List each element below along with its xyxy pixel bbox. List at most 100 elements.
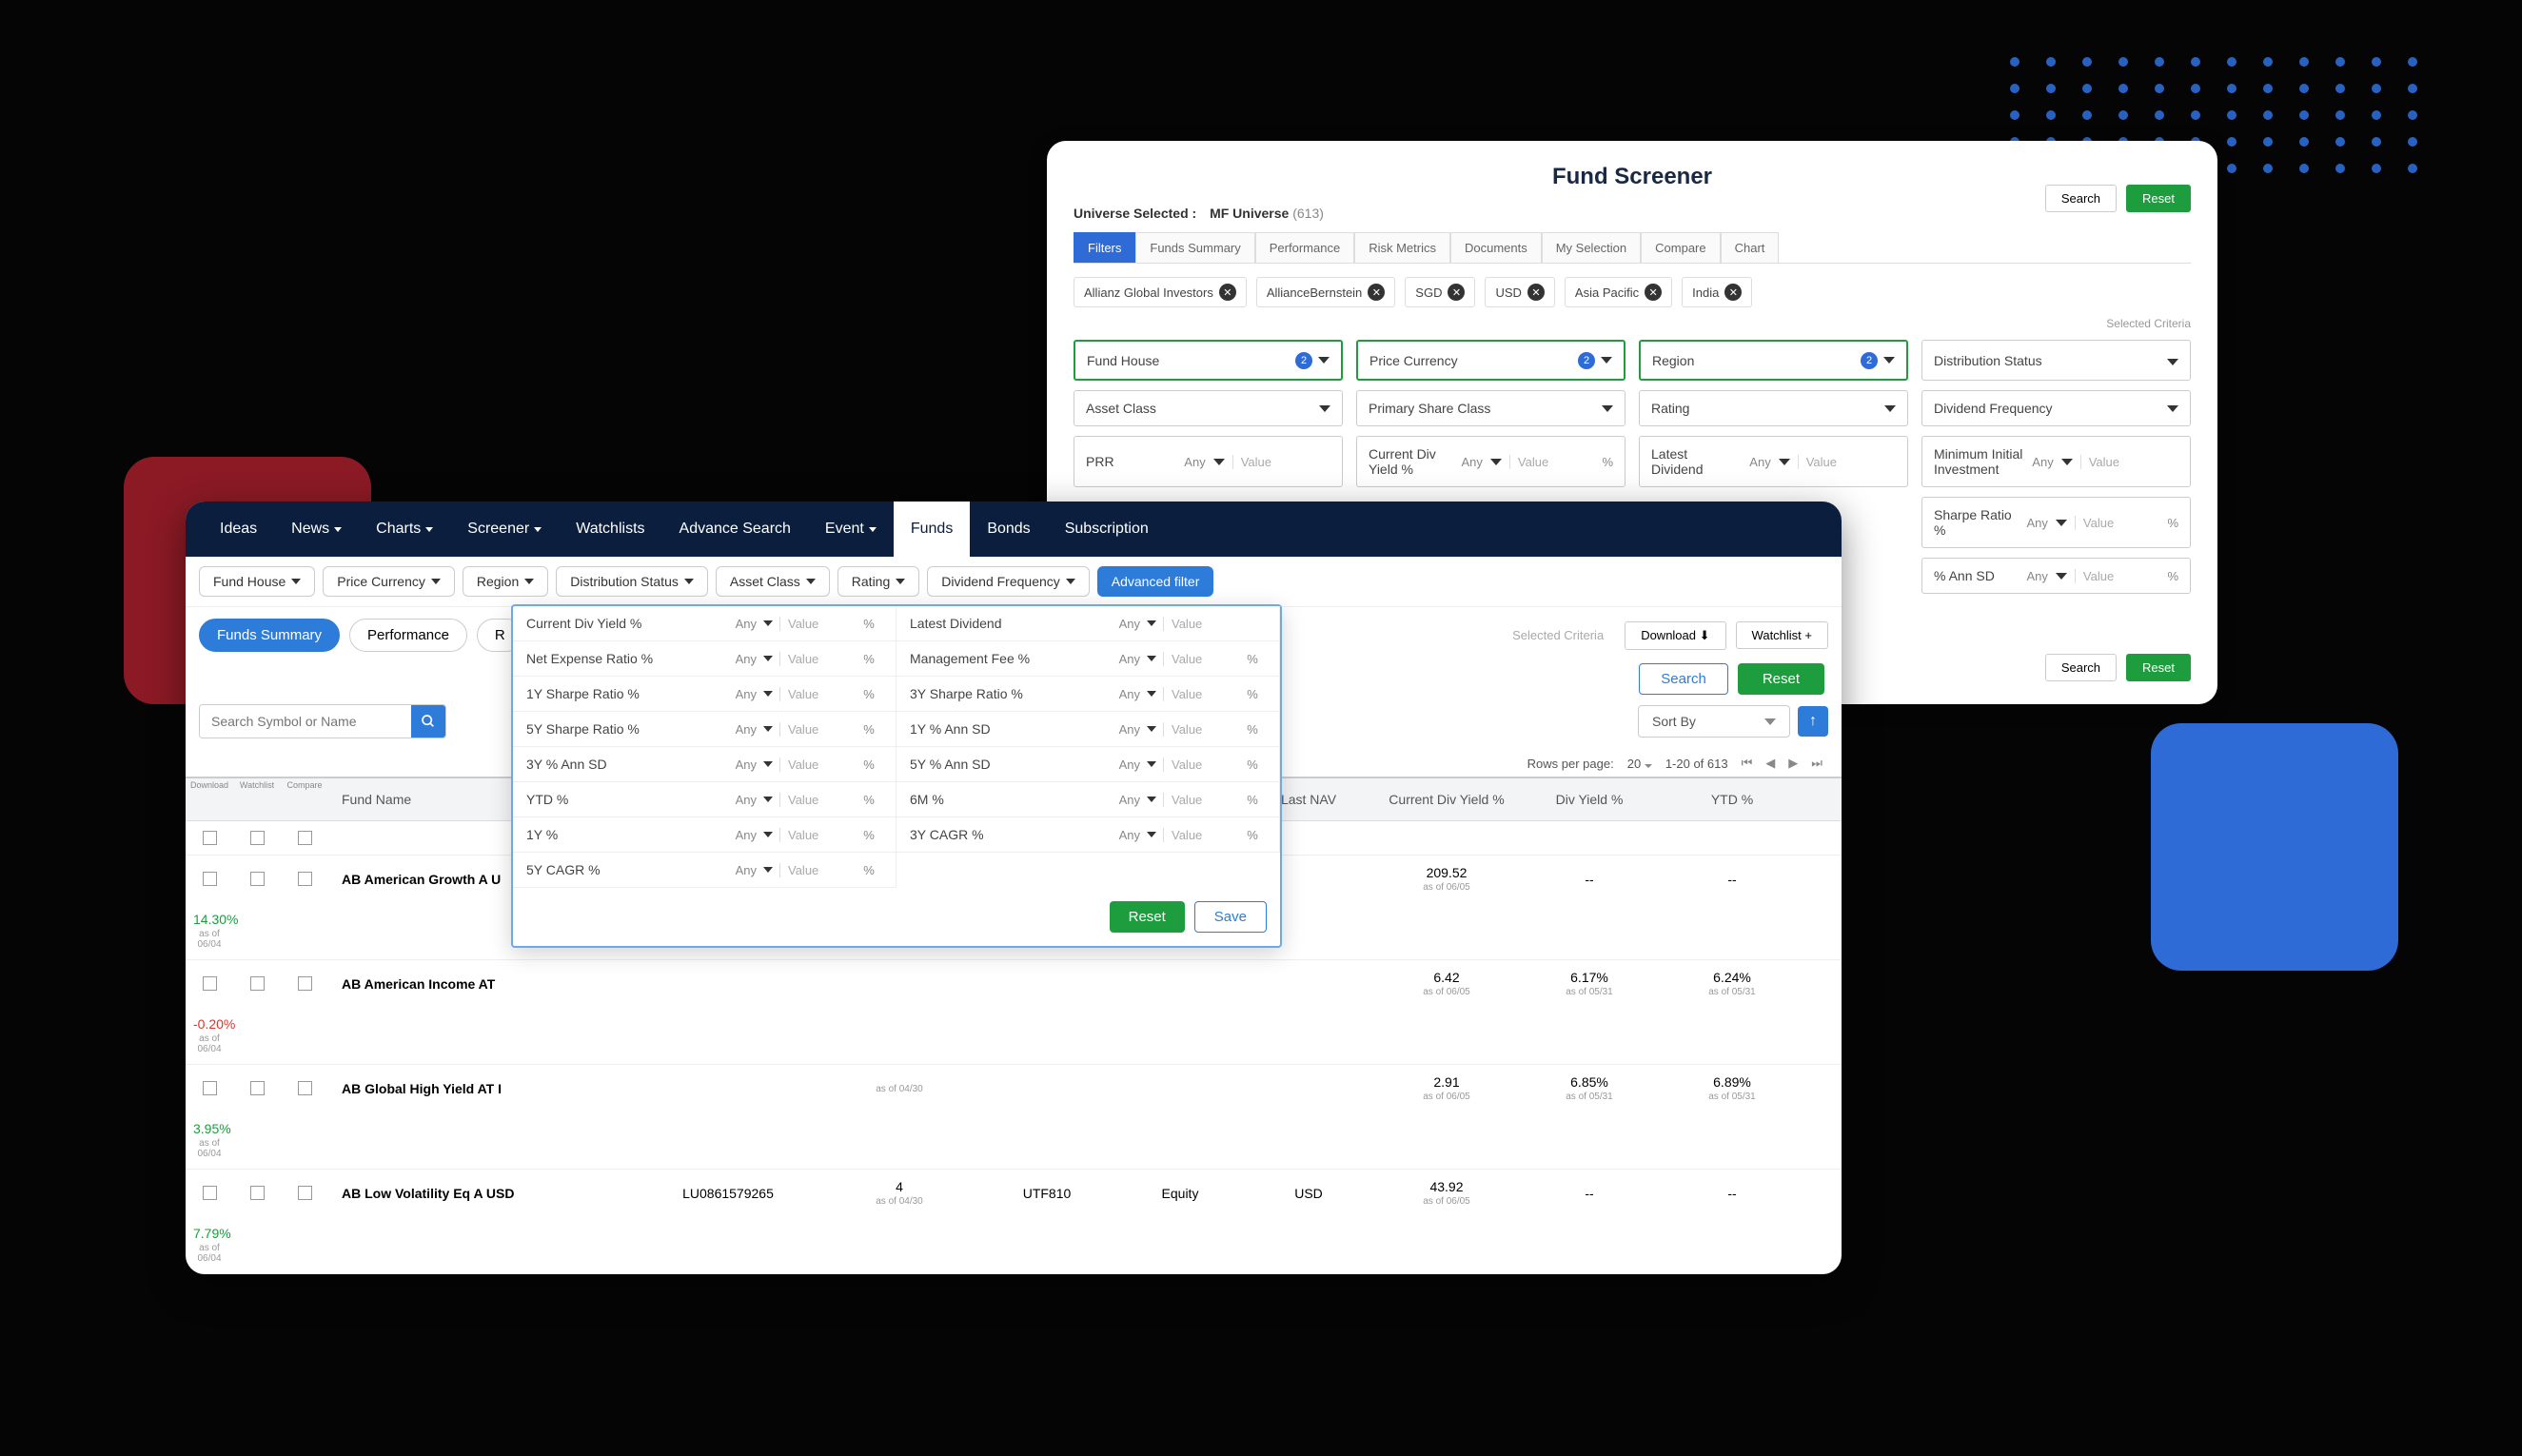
adv-ytd[interactable]: YTD %AnyValue% xyxy=(513,782,896,817)
bp-tab-my-selection[interactable]: My Selection xyxy=(1542,232,1641,263)
nav-charts[interactable]: Charts xyxy=(359,502,450,557)
adv-management-fee[interactable]: Management Fee %AnyValue% xyxy=(896,641,1280,677)
last-page-icon[interactable]: ⏭ xyxy=(1811,756,1823,771)
reset-button[interactable]: Reset xyxy=(1738,663,1824,695)
content-tab-funds-summary[interactable]: Funds Summary xyxy=(199,619,340,652)
row-download-checkbox[interactable] xyxy=(203,1081,217,1095)
filter-pill-price-currency[interactable]: Price Currency xyxy=(323,566,455,597)
rows-per-page-value[interactable]: 20 xyxy=(1627,757,1652,771)
metric-filter[interactable]: Current Div Yield %AnyValue% xyxy=(1356,436,1626,487)
filter-pill-region[interactable]: Region xyxy=(463,566,548,597)
metric-filter[interactable]: % Ann SDAnyValue% xyxy=(1921,558,2191,594)
metric-filter[interactable]: Sharpe Ratio %AnyValue% xyxy=(1921,497,2191,548)
search-button[interactable]: Search xyxy=(1639,663,1728,695)
adv-3y-cagr[interactable]: 3Y CAGR %AnyValue% xyxy=(896,817,1280,853)
bp-reset-button[interactable]: Reset xyxy=(2126,185,2191,212)
nav-screener[interactable]: Screener xyxy=(450,502,559,557)
search-icon-button[interactable] xyxy=(411,705,445,738)
next-page-icon[interactable]: ▶ xyxy=(1788,756,1798,771)
row-watchlist-checkbox[interactable] xyxy=(250,1081,265,1095)
adv-5y-ann-sd[interactable]: 5Y % Ann SDAnyValue% xyxy=(896,747,1280,782)
bp-tab-documents[interactable]: Documents xyxy=(1450,232,1542,263)
sort-direction-button[interactable]: ↑ xyxy=(1798,706,1828,737)
row-watchlist-checkbox[interactable] xyxy=(250,976,265,991)
remove-chip-icon[interactable]: ✕ xyxy=(1645,284,1662,301)
remove-chip-icon[interactable]: ✕ xyxy=(1448,284,1465,301)
filter-primary-share-class[interactable]: Primary Share Class xyxy=(1356,390,1626,426)
adv-5y-cagr[interactable]: 5Y CAGR %AnyValue% xyxy=(513,853,896,888)
remove-chip-icon[interactable]: ✕ xyxy=(1724,284,1742,301)
adv-1y-sharpe-ratio[interactable]: 1Y Sharpe Ratio %AnyValue% xyxy=(513,677,896,712)
select-all-compare[interactable] xyxy=(298,831,312,845)
row-watchlist-checkbox[interactable] xyxy=(250,1186,265,1200)
adv-3y-sharpe-ratio[interactable]: 3Y Sharpe Ratio %AnyValue% xyxy=(896,677,1280,712)
bp-tab-performance[interactable]: Performance xyxy=(1255,232,1354,263)
row-download-checkbox[interactable] xyxy=(203,1186,217,1200)
remove-chip-icon[interactable]: ✕ xyxy=(1527,284,1545,301)
nav-bonds[interactable]: Bonds xyxy=(970,502,1047,557)
bp-tab-risk-metrics[interactable]: Risk Metrics xyxy=(1354,232,1450,263)
metric-filter[interactable]: Minimum Initial InvestmentAnyValue xyxy=(1921,436,2191,487)
row-compare-checkbox[interactable] xyxy=(298,872,312,886)
filter-fund-house[interactable]: Fund House2 xyxy=(1074,340,1343,381)
adv-save-button[interactable]: Save xyxy=(1194,901,1267,933)
bp-tab-chart[interactable]: Chart xyxy=(1721,232,1780,263)
bp-tab-filters[interactable]: Filters xyxy=(1074,232,1135,263)
filter-dividend-frequency[interactable]: Dividend Frequency xyxy=(1921,390,2191,426)
metric-filter[interactable]: PRRAnyValue xyxy=(1074,436,1343,487)
nav-ideas[interactable]: Ideas xyxy=(203,502,274,557)
row-download-checkbox[interactable] xyxy=(203,976,217,991)
adv-latest-dividend[interactable]: Latest DividendAnyValue xyxy=(896,606,1280,641)
filter-distribution-status[interactable]: Distribution Status xyxy=(1921,340,2191,381)
bp-search-button[interactable]: Search xyxy=(2045,185,2117,212)
adv-1y[interactable]: 1Y %AnyValue% xyxy=(513,817,896,853)
adv-6m[interactable]: 6M %AnyValue% xyxy=(896,782,1280,817)
download-button[interactable]: Download ⬇ xyxy=(1625,621,1725,650)
bp-tab-funds-summary[interactable]: Funds Summary xyxy=(1135,232,1254,263)
advanced-filter-button[interactable]: Advanced filter xyxy=(1097,566,1214,597)
row-download-checkbox[interactable] xyxy=(203,872,217,886)
fund-name[interactable]: AB American Income AT xyxy=(328,967,633,1001)
filter-asset-class[interactable]: Asset Class xyxy=(1074,390,1343,426)
nav-advance-search[interactable]: Advance Search xyxy=(662,502,808,557)
adv-5y-sharpe-ratio[interactable]: 5Y Sharpe Ratio %AnyValue% xyxy=(513,712,896,747)
adv-current-div-yield[interactable]: Current Div Yield %AnyValue% xyxy=(513,606,896,641)
remove-chip-icon[interactable]: ✕ xyxy=(1368,284,1385,301)
row-compare-checkbox[interactable] xyxy=(298,1186,312,1200)
nav-news[interactable]: News xyxy=(274,502,359,557)
row-compare-checkbox[interactable] xyxy=(298,1081,312,1095)
adv-3y-ann-sd[interactable]: 3Y % Ann SDAnyValue% xyxy=(513,747,896,782)
nav-event[interactable]: Event xyxy=(808,502,894,557)
adv-1y-ann-sd[interactable]: 1Y % Ann SDAnyValue% xyxy=(896,712,1280,747)
select-all-watchlist[interactable] xyxy=(250,831,265,845)
search-input[interactable] xyxy=(200,705,411,738)
filter-pill-distribution-status[interactable]: Distribution Status xyxy=(556,566,708,597)
filter-price-currency[interactable]: Price Currency2 xyxy=(1356,340,1626,381)
nav-funds[interactable]: Funds xyxy=(894,502,970,557)
bp-tab-compare[interactable]: Compare xyxy=(1641,232,1720,263)
sort-dropdown[interactable]: Sort By xyxy=(1638,705,1790,738)
adv-reset-button[interactable]: Reset xyxy=(1110,901,1185,933)
watchlist-button[interactable]: Watchlist + xyxy=(1736,621,1828,649)
filter-pill-rating[interactable]: Rating xyxy=(837,566,919,597)
metric-filter[interactable]: Latest DividendAnyValue xyxy=(1639,436,1908,487)
bp-search-button-2[interactable]: Search xyxy=(2045,654,2117,681)
filter-region[interactable]: Region2 xyxy=(1639,340,1908,381)
prev-page-icon[interactable]: ◀ xyxy=(1765,756,1775,771)
bp-reset-button-2[interactable]: Reset xyxy=(2126,654,2191,681)
nav-watchlists[interactable]: Watchlists xyxy=(559,502,661,557)
row-watchlist-checkbox[interactable] xyxy=(250,872,265,886)
adv-net-expense-ratio[interactable]: Net Expense Ratio %AnyValue% xyxy=(513,641,896,677)
filter-pill-fund-house[interactable]: Fund House xyxy=(199,566,315,597)
select-all-download[interactable] xyxy=(203,831,217,845)
fund-name[interactable]: AB Low Volatility Eq A USD xyxy=(328,1176,633,1210)
remove-chip-icon[interactable]: ✕ xyxy=(1219,284,1236,301)
nav-subscription[interactable]: Subscription xyxy=(1048,502,1166,557)
filter-pill-asset-class[interactable]: Asset Class xyxy=(716,566,830,597)
first-page-icon[interactable]: ⏮ xyxy=(1742,756,1753,771)
filter-pill-dividend-frequency[interactable]: Dividend Frequency xyxy=(927,566,1090,597)
filter-rating[interactable]: Rating xyxy=(1639,390,1908,426)
content-tab-performance[interactable]: Performance xyxy=(349,619,467,652)
row-compare-checkbox[interactable] xyxy=(298,976,312,991)
fund-name[interactable]: AB Global High Yield AT I xyxy=(328,1072,633,1106)
